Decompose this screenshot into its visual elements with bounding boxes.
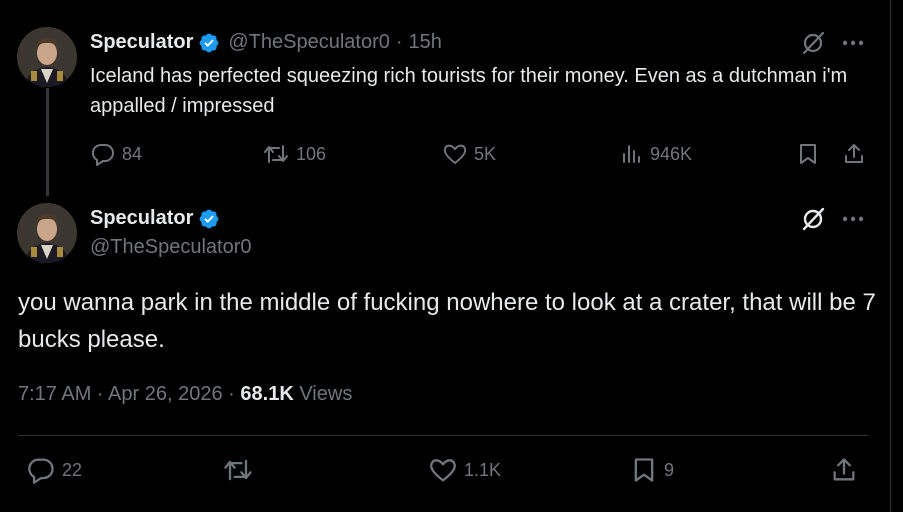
share-icon	[833, 458, 855, 481]
like-button[interactable]: 1.1K	[428, 456, 501, 484]
avatar-portrait-icon	[17, 203, 77, 263]
repost-button[interactable]: 106	[262, 142, 326, 166]
handle-separator: ·	[395, 31, 403, 53]
views-count: 68.1K	[240, 383, 294, 405]
grok-icon[interactable]	[800, 206, 826, 232]
bookmark-icon	[634, 458, 654, 482]
author-name[interactable]: Speculator	[90, 31, 193, 54]
share-icon	[845, 144, 863, 163]
tweet-timestamp[interactable]: 7:17 AM · Apr 26, 2026	[18, 383, 223, 405]
reply-count: 22	[62, 459, 83, 480]
share-button[interactable]	[842, 142, 866, 166]
author-handle[interactable]: @TheSpeculator0	[228, 31, 390, 54]
bookmark-count: 9	[664, 459, 675, 480]
reply-button[interactable]: 22	[26, 456, 82, 484]
grok-icon[interactable]	[800, 30, 826, 56]
like-icon	[430, 459, 456, 482]
repost-icon	[224, 459, 252, 481]
views-label: Views	[299, 383, 353, 405]
bookmark-icon	[800, 144, 816, 164]
main-tweet-text: you wanna park in the middle of fucking …	[18, 289, 876, 353]
repost-icon	[264, 145, 288, 163]
more-icon[interactable]	[840, 38, 866, 48]
verified-badge-icon[interactable]	[198, 32, 220, 54]
like-count: 1.1K	[464, 459, 502, 480]
reply-icon	[28, 458, 54, 484]
thread-connector-line	[46, 88, 49, 196]
parent-tweet-text: Iceland has perfected squeezing rich tou…	[90, 65, 848, 117]
avatar-portrait-icon	[17, 27, 77, 87]
tweet-meta: 7:17 AM · Apr 26, 2026 · 68.1K Views	[18, 383, 352, 406]
like-icon	[443, 144, 467, 164]
bookmark-button[interactable]	[796, 142, 820, 166]
avatar[interactable]	[17, 203, 77, 263]
reply-button[interactable]: 84	[90, 142, 142, 166]
meta-separator: ·	[228, 383, 235, 405]
views-icon	[623, 145, 640, 163]
bookmark-button[interactable]: 9	[630, 456, 674, 484]
tweet-time[interactable]: 15h	[409, 31, 442, 54]
reply-count: 84	[122, 143, 143, 164]
like-button[interactable]: 5K	[442, 142, 496, 166]
repost-count: 106	[296, 143, 327, 164]
repost-button[interactable]	[222, 456, 254, 484]
divider	[18, 435, 868, 436]
views-button[interactable]: 946K	[620, 142, 692, 166]
timeline-border	[890, 0, 891, 512]
main-tweet-header: Speculator	[90, 207, 220, 230]
verified-badge-icon[interactable]	[198, 208, 220, 230]
avatar[interactable]	[17, 27, 77, 87]
reply-icon	[91, 143, 114, 166]
like-count: 5K	[474, 143, 497, 164]
share-button[interactable]	[830, 456, 858, 484]
author-handle[interactable]: @TheSpeculator0	[90, 236, 252, 259]
author-name[interactable]: Speculator	[90, 207, 193, 230]
more-icon[interactable]	[840, 214, 866, 224]
views-count: 946K	[650, 143, 693, 164]
parent-tweet-header: Speculator @TheSpeculator0 · 15h	[90, 31, 442, 54]
